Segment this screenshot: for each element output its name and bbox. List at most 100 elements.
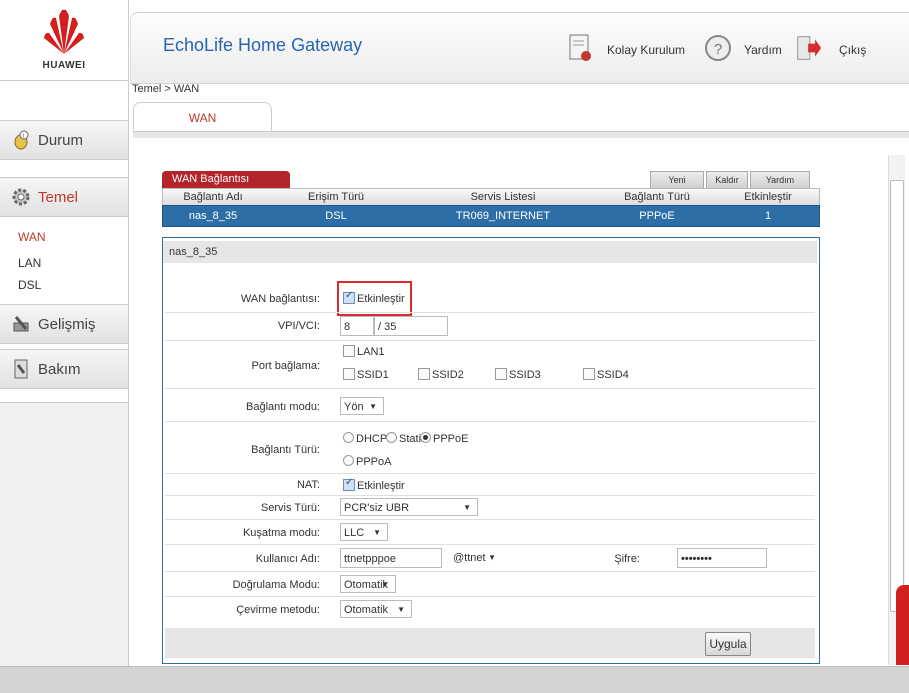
- table-cell: nas_8_35: [188, 210, 238, 222]
- dial-method-value: Otomatik: [344, 604, 389, 616]
- checkbox-icon: [343, 368, 355, 380]
- row-divider: [165, 473, 815, 474]
- radio-dhcp[interactable]: DHCP: [343, 432, 387, 445]
- sidebar-item-label: Gelişmiş: [38, 315, 96, 333]
- chevron-down-icon: ▼: [369, 402, 377, 411]
- port-ssid2-checkbox[interactable]: SSID2: [418, 368, 464, 381]
- sidebar-subitem-wan[interactable]: WAN: [18, 230, 46, 244]
- new-button[interactable]: Yeni: [650, 171, 704, 189]
- password-label: Şifre:: [614, 553, 640, 565]
- sidebar-subitem-lan[interactable]: LAN: [18, 256, 41, 270]
- encapsulation-select[interactable]: LLC ▼: [340, 523, 388, 541]
- radio-label: PPPoA: [356, 456, 392, 468]
- vpi-input[interactable]: 8: [340, 316, 374, 336]
- svg-text:?: ?: [714, 41, 722, 58]
- port-lan1-checkbox[interactable]: LAN1: [343, 345, 385, 358]
- port-label: SSID2: [432, 369, 464, 381]
- column-header: Servis Listesi: [470, 191, 536, 203]
- chevron-down-icon: ▼: [397, 605, 405, 614]
- nat-enable-checkbox[interactable]: Etkinleştir: [343, 477, 405, 492]
- port-binding-label: Port bağlama:: [251, 360, 320, 372]
- row-divider: [165, 312, 815, 313]
- row-divider: [165, 544, 815, 545]
- service-type-label: Servis Türü:: [260, 502, 320, 514]
- connection-mode-select[interactable]: Yön ▼: [340, 397, 384, 415]
- auth-mode-select[interactable]: Otomatik ▼: [340, 575, 396, 593]
- logout-icon[interactable]: [796, 33, 822, 63]
- nat-enable-text: Etkinleştir: [357, 480, 405, 492]
- nat-label: NAT:: [296, 479, 320, 491]
- checkbox-icon: [495, 368, 507, 380]
- help-icon[interactable]: ?: [705, 33, 731, 63]
- logout-link[interactable]: Çıkış: [839, 43, 866, 57]
- chevron-down-icon: ▼: [373, 528, 381, 537]
- remove-button[interactable]: Kaldır: [706, 171, 748, 189]
- connection-type-label: Bağlantı Türü:: [251, 444, 320, 456]
- sidebar-item-durum[interactable]: i Durum: [0, 120, 128, 160]
- decorative-red-shape: [896, 585, 909, 665]
- radio-icon: [386, 432, 397, 443]
- row-divider: [165, 571, 815, 572]
- port-ssid3-checkbox[interactable]: SSID3: [495, 368, 541, 381]
- row-divider: [165, 519, 815, 520]
- help-link[interactable]: Yardım: [744, 43, 782, 57]
- row-divider: [165, 421, 815, 422]
- radio-pppoe[interactable]: PPPoE: [420, 432, 468, 445]
- auth-mode-label: Doğrulama Modu:: [232, 579, 320, 591]
- checkbox-checked-icon: [343, 477, 355, 491]
- form-title: nas_8_35: [163, 241, 817, 263]
- scrollbar-thumb[interactable]: [890, 180, 904, 612]
- app-title: EchoLife Home Gateway: [163, 35, 363, 55]
- table-cell: DSL: [325, 210, 347, 222]
- sidebar-item-temel[interactable]: Temel: [0, 177, 128, 217]
- vci-input[interactable]: / 35: [374, 316, 448, 336]
- wan-connection-title: WAN Bağlantısı: [162, 171, 290, 188]
- table-header: Bağlantı Adı Erişim Türü Servis Listesi …: [162, 188, 820, 206]
- checkbox-icon: [583, 368, 595, 380]
- connection-mode-value: Yön: [344, 401, 364, 413]
- tools-icon: [13, 316, 29, 332]
- encapsulation-value: LLC: [344, 527, 365, 539]
- tab-underline: [133, 131, 909, 138]
- service-type-select[interactable]: PCR'siz UBR ▼: [340, 498, 478, 516]
- durum-icon: i: [14, 130, 29, 150]
- header-bar: EchoLife Home Gateway Kolay Kurulum ? Ya…: [130, 12, 909, 84]
- tab-wan[interactable]: WAN: [133, 102, 272, 131]
- sidebar-filler: [0, 402, 128, 693]
- table-row[interactable]: nas_8_35 DSL TR069_INTERNET PPPoE 1: [162, 205, 820, 227]
- sidebar-subitem-dsl[interactable]: DSL: [18, 278, 41, 292]
- table-help-button[interactable]: Yardım: [750, 171, 810, 189]
- port-label: SSID1: [357, 369, 389, 381]
- chevron-down-icon: ▼: [488, 553, 496, 562]
- radio-selected-icon: [420, 432, 431, 443]
- gear-icon: [12, 188, 30, 206]
- sidebar-item-label: Temel: [38, 188, 79, 206]
- sidebar-item-bakim[interactable]: Bakım: [0, 349, 128, 389]
- encapsulation-label: Kuşatma modu:: [242, 527, 320, 539]
- checkbox-icon: [343, 345, 355, 357]
- column-header: Etkinleştir: [744, 191, 792, 203]
- table-cell: TR069_INTERNET: [455, 210, 551, 222]
- row-divider: [165, 340, 815, 341]
- brand-name: HUAWEI: [42, 60, 86, 71]
- svg-text:i: i: [23, 134, 24, 140]
- huawei-flower-icon: [44, 9, 84, 55]
- chevron-down-icon: ▼: [463, 503, 471, 512]
- wan-connection-label: WAN bağlantısı:: [240, 293, 320, 305]
- wizard-link[interactable]: Kolay Kurulum: [607, 43, 685, 57]
- radio-icon: [343, 455, 354, 466]
- service-type-value: PCR'siz UBR: [344, 502, 410, 514]
- dial-method-select[interactable]: Otomatik ▼: [340, 600, 412, 618]
- username-input[interactable]: ttnetpppoe: [340, 548, 442, 568]
- password-input[interactable]: ••••••••: [677, 548, 767, 568]
- wizard-icon[interactable]: [567, 33, 593, 63]
- sidebar-item-gelismis[interactable]: Gelişmiş: [0, 304, 128, 344]
- port-ssid1-checkbox[interactable]: SSID1: [343, 368, 389, 381]
- port-ssid4-checkbox[interactable]: SSID4: [583, 368, 629, 381]
- apply-button[interactable]: Uygula: [705, 632, 751, 656]
- checkbox-icon: [418, 368, 430, 380]
- radio-pppoa[interactable]: PPPoA: [343, 455, 391, 468]
- column-header: Bağlantı Türü: [624, 191, 690, 203]
- domain-select[interactable]: @ttnet ▼: [450, 549, 502, 567]
- huawei-logo: HUAWEI: [0, 0, 128, 80]
